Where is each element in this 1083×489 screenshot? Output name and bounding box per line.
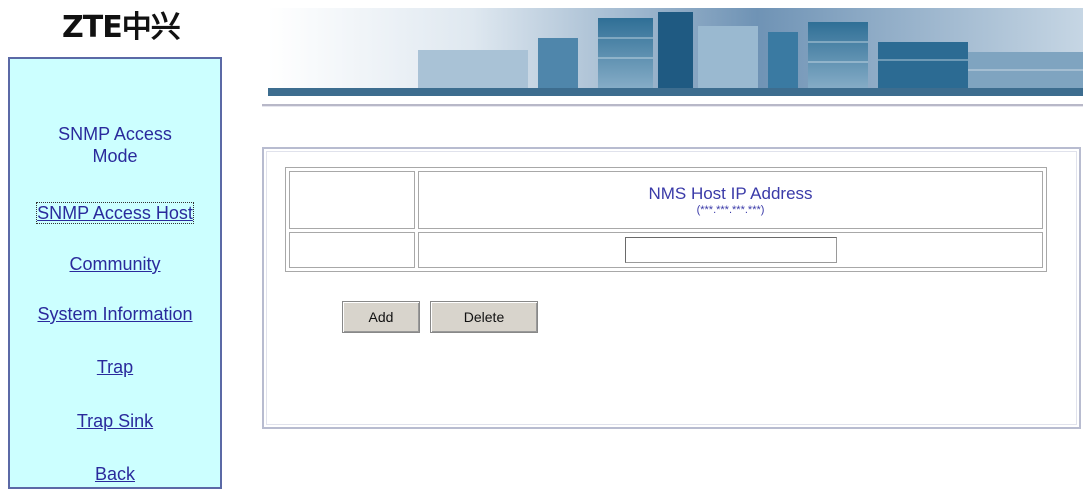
sidebar-item-label: Trap (96, 357, 134, 377)
sidebar-item-label: Trap Sink (76, 411, 154, 431)
sidebar-item-community[interactable]: Community (10, 253, 220, 275)
sidebar-item-system-information[interactable]: System Information (10, 303, 220, 325)
table-header-row: NMS Host IP Address (***.***.***.***) (289, 171, 1043, 229)
sidebar-item-trap[interactable]: Trap (10, 356, 220, 378)
ip-format-hint: (***.***.***.***) (696, 204, 765, 216)
table-header-empty-cell (289, 171, 415, 229)
sidebar: SNMP Access Mode SNMP Access Host Commun… (8, 57, 222, 489)
nms-host-table: NMS Host IP Address (***.***.***.***) (285, 167, 1047, 272)
sidebar-item-label: SNMP Access Host (36, 202, 194, 224)
sidebar-item-snmp-access-host[interactable]: SNMP Access Host (10, 202, 220, 224)
header-divider (262, 104, 1083, 107)
zte-logo: ZTE中兴 (62, 10, 181, 45)
header-banner-image (268, 8, 1083, 96)
sidebar-item-trap-sink[interactable]: Trap Sink (10, 410, 220, 432)
table-row (289, 232, 1043, 268)
sidebar-item-snmp-access-mode[interactable]: SNMP Access Mode (10, 123, 220, 167)
sidebar-item-back[interactable]: Back (10, 463, 220, 485)
table-input-cell (418, 232, 1043, 268)
delete-button[interactable]: Delete (430, 301, 538, 333)
sidebar-item-label: SNMP Access Mode (58, 124, 172, 166)
add-button[interactable]: Add (342, 301, 420, 333)
sidebar-item-label: Back (94, 464, 136, 484)
nms-host-ip-input[interactable] (624, 237, 837, 263)
table-row-empty-cell (289, 232, 415, 268)
table-header-cell: NMS Host IP Address (***.***.***.***) (418, 171, 1043, 229)
sidebar-item-label: Community (69, 254, 161, 274)
sidebar-item-label: System Information (37, 304, 193, 324)
nms-host-ip-header: NMS Host IP Address (648, 184, 813, 203)
